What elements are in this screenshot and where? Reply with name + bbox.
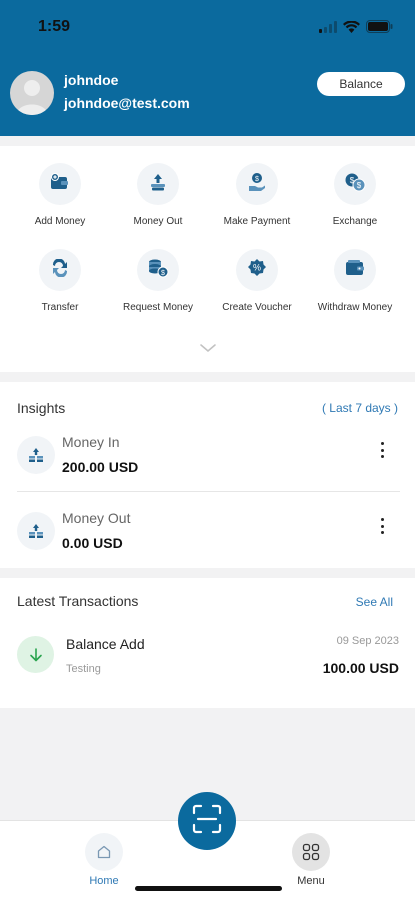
more-options-icon[interactable] <box>374 440 390 460</box>
transactions-card: Latest Transactions See All Balance Add … <box>0 578 415 708</box>
username: johndoe <box>64 72 119 88</box>
home-indicator <box>135 886 282 891</box>
action-exchange[interactable]: $ $ Exchange <box>305 163 405 227</box>
profile-header: 1:59 johndoe johndoe@test.com Balance <box>0 0 415 136</box>
nav-menu[interactable]: Menu <box>271 833 351 887</box>
voucher-percent-icon: % <box>247 258 267 283</box>
action-create-voucher[interactable]: % Create Voucher <box>207 249 307 313</box>
nav-home-label: Home <box>89 875 119 887</box>
action-label: Money Out <box>133 216 183 227</box>
action-label: Exchange <box>332 216 378 227</box>
insight-value: 200.00 USD <box>62 459 139 475</box>
nav-menu-label: Menu <box>297 875 325 887</box>
insights-title: Insights <box>17 400 66 416</box>
wallet-plus-icon <box>50 172 70 196</box>
transaction-title: Balance Add <box>66 636 145 652</box>
balance-button[interactable]: Balance <box>317 72 405 96</box>
arrow-down-icon <box>17 636 54 673</box>
quick-actions-card: Add Money Money Out $ Make Payment $ $ Ex… <box>0 146 415 372</box>
action-make-payment[interactable]: $ Make Payment <box>207 163 307 227</box>
action-label: Make Payment <box>223 216 291 227</box>
insight-value: 0.00 USD <box>62 535 123 551</box>
divider <box>17 491 400 492</box>
see-all-link[interactable]: See All <box>356 595 393 609</box>
action-request-money[interactable]: $ Request Money <box>108 249 208 313</box>
status-icons <box>319 20 393 38</box>
payment-hand-icon: $ <box>247 172 267 197</box>
insight-label: Money In <box>62 434 120 450</box>
withdraw-wallet-icon <box>345 259 365 282</box>
transfer-arrows-icon <box>50 257 70 282</box>
insight-label: Money Out <box>62 510 131 526</box>
insights-period-selector[interactable]: ( Last 7 days ) <box>322 401 398 415</box>
money-out-icon <box>17 512 55 550</box>
money-in-icon <box>17 436 55 474</box>
scan-icon <box>192 804 222 839</box>
more-options-icon[interactable] <box>374 516 390 536</box>
transaction-amount: 100.00 USD <box>322 660 399 676</box>
action-label: Create Voucher <box>222 302 292 313</box>
insight-row-money-out: Money Out 0.00 USD <box>0 504 415 574</box>
battery-icon <box>366 20 393 38</box>
request-coins-icon: $ <box>147 258 169 283</box>
transactions-title: Latest Transactions <box>17 593 139 609</box>
exchange-coins-icon: $ $ <box>344 172 366 197</box>
status-time: 1:59 <box>38 18 71 35</box>
user-email: johndoe@test.com <box>64 95 190 111</box>
action-withdraw-money[interactable]: Withdraw Money <box>305 249 405 313</box>
transaction-date: 09 Sep 2023 <box>336 635 399 647</box>
money-out-icon <box>149 173 167 196</box>
home-icon <box>85 833 123 871</box>
scan-qr-button[interactable] <box>178 792 236 850</box>
wifi-icon <box>343 20 360 38</box>
avatar[interactable] <box>10 71 54 115</box>
status-bar: 1:59 <box>0 14 415 42</box>
signal-icon <box>319 20 337 38</box>
svg-text:$: $ <box>357 181 362 190</box>
transaction-subtitle: Testing <box>66 663 101 675</box>
action-label: Transfer <box>41 302 79 313</box>
action-transfer[interactable]: Transfer <box>10 249 110 313</box>
svg-text:$: $ <box>161 270 165 277</box>
user-silhouette-icon <box>16 80 48 115</box>
svg-text:$: $ <box>255 176 259 183</box>
action-label: Withdraw Money <box>317 302 393 313</box>
action-money-out[interactable]: Money Out <box>108 163 208 227</box>
nav-home[interactable]: Home <box>64 833 144 887</box>
svg-text:%: % <box>253 262 261 272</box>
chevron-down-icon[interactable] <box>199 340 217 358</box>
action-label: Add Money <box>34 216 86 227</box>
insight-row-money-in: Money In 200.00 USD <box>0 428 415 498</box>
insights-card: Insights ( Last 7 days ) Money In 200.00… <box>0 382 415 568</box>
action-label: Request Money <box>122 302 194 313</box>
action-add-money[interactable]: Add Money <box>10 163 110 227</box>
grid-menu-icon <box>292 833 330 871</box>
